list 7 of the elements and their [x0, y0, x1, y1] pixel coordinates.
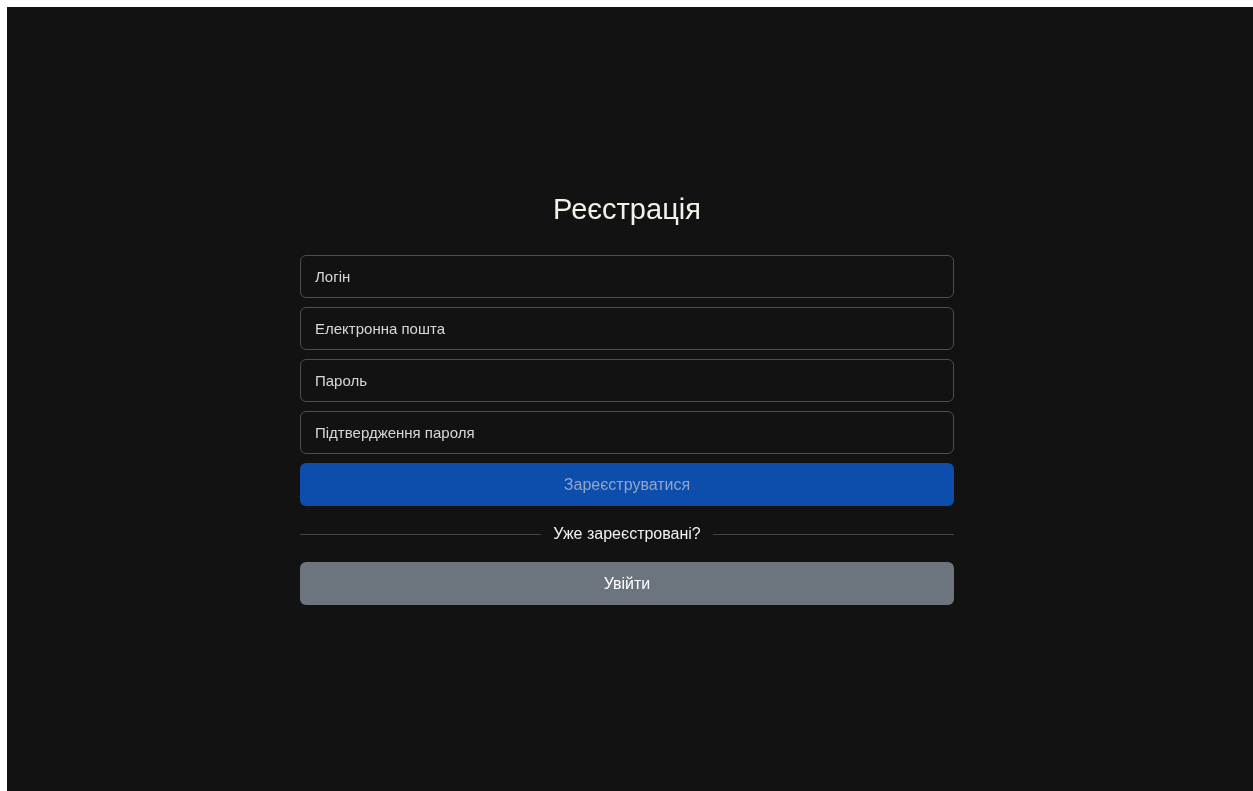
login-button[interactable]: Увійти: [300, 562, 954, 605]
input-field[interactable]: Підтвердження пароля: [300, 411, 954, 454]
input-field[interactable]: Пароль: [300, 359, 954, 402]
divider-text: Уже зареєстровані?: [552, 525, 702, 543]
page-title: Реєстрація: [552, 192, 702, 227]
input-field[interactable]: Логін: [300, 255, 954, 298]
input-field[interactable]: Електронна пошта: [300, 307, 954, 350]
